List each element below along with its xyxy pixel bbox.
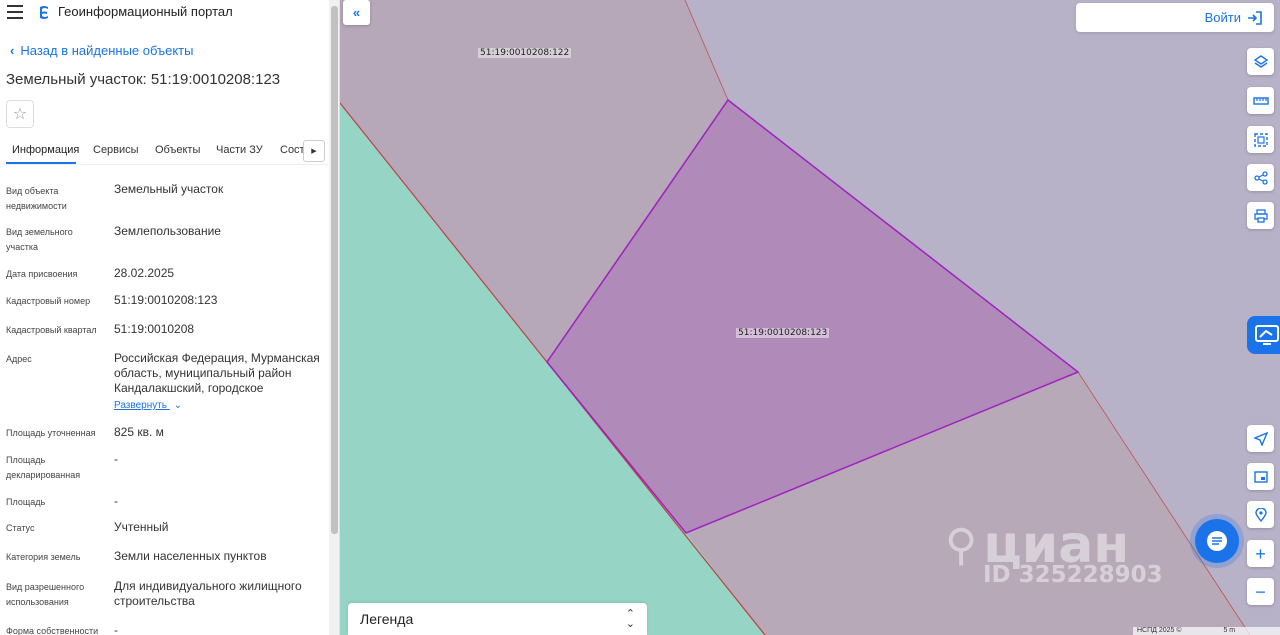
location-pin-icon <box>1254 507 1267 522</box>
tabs-scroll-right-button[interactable]: ▶ <box>303 140 325 162</box>
collapse-sidebar-button[interactable]: « <box>343 0 370 25</box>
chevron-up-down-icon: ⌃ ⌄ <box>625 608 635 630</box>
sidebar-header: Геоинформационный портал <box>0 0 328 26</box>
minus-icon: − <box>1255 581 1266 602</box>
ruler-button[interactable] <box>1247 87 1274 114</box>
login-icon <box>1248 10 1262 25</box>
geolocation-button[interactable] <box>1247 425 1274 452</box>
portal-logo-icon <box>40 6 48 19</box>
zoom-out-button[interactable]: − <box>1247 578 1274 605</box>
scale-bar-label: 5 m <box>1223 627 1236 634</box>
scrollbar-thumb[interactable] <box>331 6 338 534</box>
prop-label: Статус <box>6 523 35 533</box>
login-button[interactable]: Войти <box>1076 3 1274 32</box>
star-icon: ☆ <box>12 106 28 123</box>
printer-icon <box>1253 208 1268 223</box>
tab-bar: Информация Сервисы Объекты Части ЗУ Сост… <box>0 138 328 165</box>
print-button[interactable] <box>1247 202 1274 229</box>
prop-value: Для индивидуального жилищного строительс… <box>114 579 302 608</box>
prop-value: 51:19:0010208 <box>114 322 195 336</box>
parcel-label-122: 51:19:0010208:122 <box>478 48 572 58</box>
prop-label: Форма собственности <box>6 626 99 635</box>
page-title: Земельный участок: 51:19:0010208:123 <box>6 71 281 88</box>
prop-label: Площадь <box>6 497 46 507</box>
legend-toggle[interactable]: Легенда ⌃ ⌄ <box>348 603 647 635</box>
map-attribution: НСПД 2025 © 5 m <box>1133 627 1280 635</box>
prop-value: - <box>114 623 118 635</box>
area-select-icon <box>1253 132 1268 147</box>
prop-value: Землепользование <box>114 224 221 238</box>
prop-label: Дата присвоения <box>6 269 78 279</box>
chat-bubble-icon <box>1207 531 1227 551</box>
address-value: Российская Федерация, Мурманская область… <box>114 351 320 395</box>
parcel-label-123: 51:19:0010208:123 <box>736 328 830 338</box>
map-canvas[interactable] <box>340 0 1280 635</box>
active-tab-indicator <box>6 162 76 164</box>
tab-info[interactable]: Информация <box>12 144 79 156</box>
double-chevron-left-icon: « <box>352 5 361 20</box>
minimap-icon <box>1253 470 1268 483</box>
menu-icon[interactable] <box>7 5 23 19</box>
prop-value: 825 кв. м <box>114 425 164 439</box>
prop-value: - <box>114 494 118 508</box>
layers-icon <box>1253 54 1268 68</box>
prop-label: Категория земель <box>6 552 81 562</box>
map-layer <box>340 0 1251 635</box>
app-root: Геоинформационный портал ‹ Назад в найде… <box>0 0 1280 635</box>
prop-value: Земельный участок <box>114 182 224 196</box>
prop-label: Кадастровый квартал <box>6 325 97 335</box>
prop-label: Площадь уточненная <box>6 428 96 438</box>
chat-button[interactable] <box>1195 519 1239 563</box>
attribution-text: НСПД 2025 © <box>1137 627 1182 634</box>
prop-value: 51:19:0010208:123 <box>114 293 218 307</box>
expand-link-label: Развернуть <box>114 400 168 411</box>
share-button[interactable] <box>1247 164 1274 191</box>
prop-label: Адрес <box>6 354 32 364</box>
prop-value: Земли населенных пунктов <box>114 549 267 563</box>
monitor-icon <box>1255 325 1279 345</box>
sidebar-panel: Геоинформационный портал ‹ Назад в найде… <box>0 0 340 635</box>
prop-label: Кадастровый номер <box>6 296 91 306</box>
legend-label: Легенда <box>360 611 414 627</box>
location-pin-button[interactable] <box>1247 501 1274 528</box>
layers-button[interactable] <box>1247 48 1274 75</box>
prop-value: 28.02.2025 <box>114 266 175 280</box>
expand-address-link[interactable]: Развернуть ⌄ <box>114 400 182 411</box>
back-to-results-link[interactable]: ‹ Назад в найденные объекты <box>10 43 193 58</box>
favorite-button[interactable]: ☆ <box>6 100 34 128</box>
tab-services[interactable]: Сервисы <box>93 144 139 156</box>
prop-label: Площадь декларированная <box>6 455 81 480</box>
status-value: Учтенный <box>114 520 169 534</box>
tab-parts[interactable]: Части ЗУ <box>216 144 263 156</box>
navigation-arrow-icon <box>1253 431 1268 446</box>
chevron-down-icon: ⌄ <box>173 400 183 411</box>
ruler-icon <box>1252 96 1269 105</box>
share-icon <box>1253 170 1268 185</box>
triangle-right-icon: ▶ <box>311 148 317 155</box>
prop-value: - <box>114 452 118 466</box>
back-link-label: Назад в найденные объекты <box>20 43 194 58</box>
prop-label: Вид земельного участка <box>6 227 73 252</box>
external-service-tab[interactable] <box>1247 316 1280 354</box>
chevron-left-icon: ‹ <box>10 43 15 58</box>
tab-objects[interactable]: Объекты <box>155 144 200 156</box>
app-title: Геоинформационный портал <box>58 4 233 19</box>
minimap-button[interactable] <box>1247 463 1274 490</box>
login-label: Войти <box>1204 10 1241 25</box>
plus-icon: + <box>1255 543 1266 564</box>
map-pin-icon: ⚲ <box>945 519 978 571</box>
prop-label: Вид объекта недвижимости <box>6 186 67 211</box>
prop-label: Вид разрешенного использования <box>6 582 85 607</box>
zoom-in-button[interactable]: + <box>1247 540 1274 567</box>
watermark-id: ID 325228903 <box>983 562 1163 588</box>
sidebar-scrollbar[interactable] <box>329 0 339 635</box>
area-select-button[interactable] <box>1247 126 1274 153</box>
